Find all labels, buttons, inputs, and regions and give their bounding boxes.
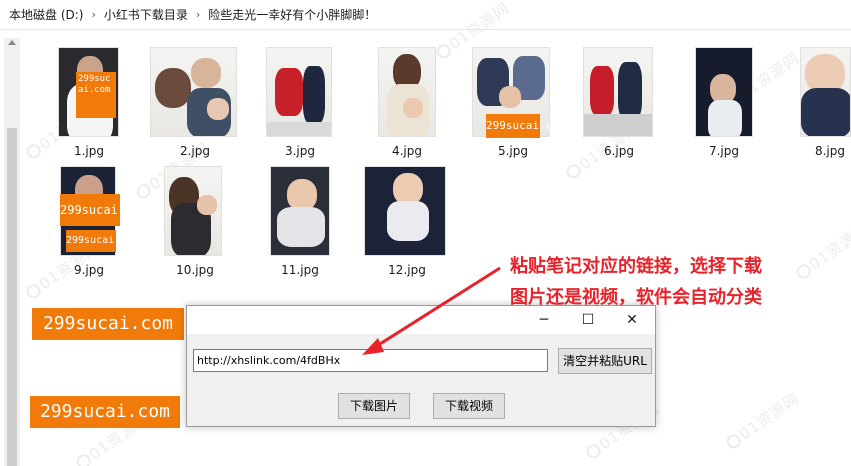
annotation-text-line2: 图片还是视频，软件会自动分类 (510, 287, 762, 308)
annotation-arrow-icon (362, 266, 501, 355)
annotation-text-line1: 粘贴笔记对应的链接，选择下载 (510, 256, 762, 277)
